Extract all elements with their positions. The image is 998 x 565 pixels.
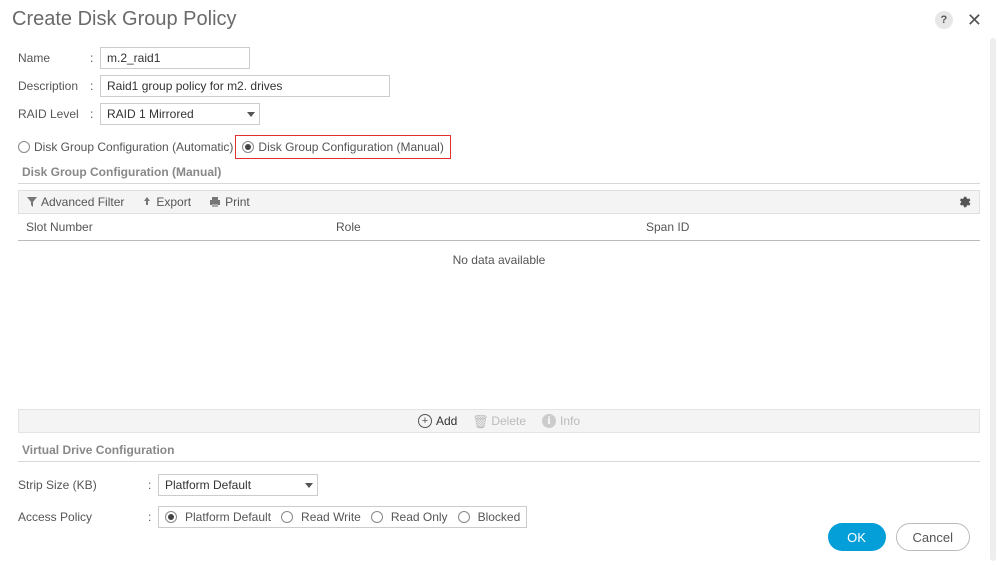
plus-icon: +: [418, 414, 432, 428]
dialog-title: Create Disk Group Policy: [12, 8, 935, 31]
divider: [18, 183, 980, 184]
raid-level-value: RAID 1 Mirrored: [107, 107, 247, 121]
description-label: Description: [18, 79, 90, 93]
print-icon: [209, 197, 221, 207]
chevron-down-icon: [305, 483, 313, 488]
print-button[interactable]: Print: [209, 195, 250, 209]
raid-level-select[interactable]: RAID 1 Mirrored: [100, 103, 260, 125]
table-action-bar: + Add 🗑 Delete i Info: [18, 409, 980, 433]
virtual-drive-section-title: Virtual Drive Configuration: [22, 443, 980, 457]
name-label: Name: [18, 51, 90, 65]
config-automatic-radio[interactable]: Disk Group Configuration (Automatic): [18, 140, 233, 154]
name-input[interactable]: [100, 47, 250, 69]
config-manual-label: Disk Group Configuration (Manual): [258, 140, 443, 154]
info-icon: i: [542, 414, 556, 428]
radio-unchecked-icon: [371, 511, 383, 523]
chevron-down-icon: [247, 112, 255, 117]
column-slot-number[interactable]: Slot Number: [26, 220, 336, 234]
access-platform-default-radio[interactable]: Platform Default: [165, 510, 271, 524]
strip-size-select[interactable]: Platform Default: [158, 474, 318, 496]
add-button[interactable]: + Add: [418, 414, 457, 428]
radio-checked-icon: [165, 511, 177, 523]
advanced-filter-button[interactable]: Advanced Filter: [27, 195, 124, 209]
ok-button[interactable]: OK: [828, 523, 886, 551]
help-icon[interactable]: ?: [935, 11, 953, 29]
column-role[interactable]: Role: [336, 220, 646, 234]
manual-config-section-title: Disk Group Configuration (Manual): [22, 165, 980, 179]
access-policy-group: Platform Default Read Write Read Only Bl…: [158, 506, 527, 528]
scrollbar-track[interactable]: [990, 38, 996, 561]
divider: [18, 461, 980, 462]
radio-unchecked-icon: [18, 141, 30, 153]
table-toolbar: Advanced Filter Export Print: [18, 190, 980, 214]
delete-button: 🗑 Delete: [473, 414, 526, 428]
trash-icon: 🗑: [473, 414, 487, 428]
table-header-row: Slot Number Role Span ID: [18, 214, 980, 241]
strip-size-value: Platform Default: [165, 478, 305, 492]
radio-unchecked-icon: [281, 511, 293, 523]
description-input[interactable]: [100, 75, 390, 97]
config-manual-radio[interactable]: Disk Group Configuration (Manual): [235, 135, 450, 159]
config-automatic-label: Disk Group Configuration (Automatic): [34, 140, 233, 154]
radio-unchecked-icon: [458, 511, 470, 523]
access-read-write-radio[interactable]: Read Write: [281, 510, 361, 524]
gear-icon[interactable]: [957, 195, 971, 209]
filter-icon: [27, 197, 37, 207]
info-button: i Info: [542, 414, 580, 428]
table-empty-message: No data available: [18, 241, 980, 279]
column-span-id[interactable]: Span ID: [646, 220, 972, 234]
close-icon[interactable]: ✕: [963, 11, 986, 29]
access-blocked-radio[interactable]: Blocked: [458, 510, 521, 524]
access-read-only-radio[interactable]: Read Only: [371, 510, 448, 524]
export-button[interactable]: Export: [142, 195, 191, 209]
cancel-button[interactable]: Cancel: [896, 523, 970, 551]
access-policy-label: Access Policy: [18, 510, 148, 524]
radio-checked-icon: [242, 141, 254, 153]
strip-size-label: Strip Size (KB): [18, 478, 148, 492]
raid-level-label: RAID Level: [18, 107, 90, 121]
export-icon: [142, 197, 152, 207]
